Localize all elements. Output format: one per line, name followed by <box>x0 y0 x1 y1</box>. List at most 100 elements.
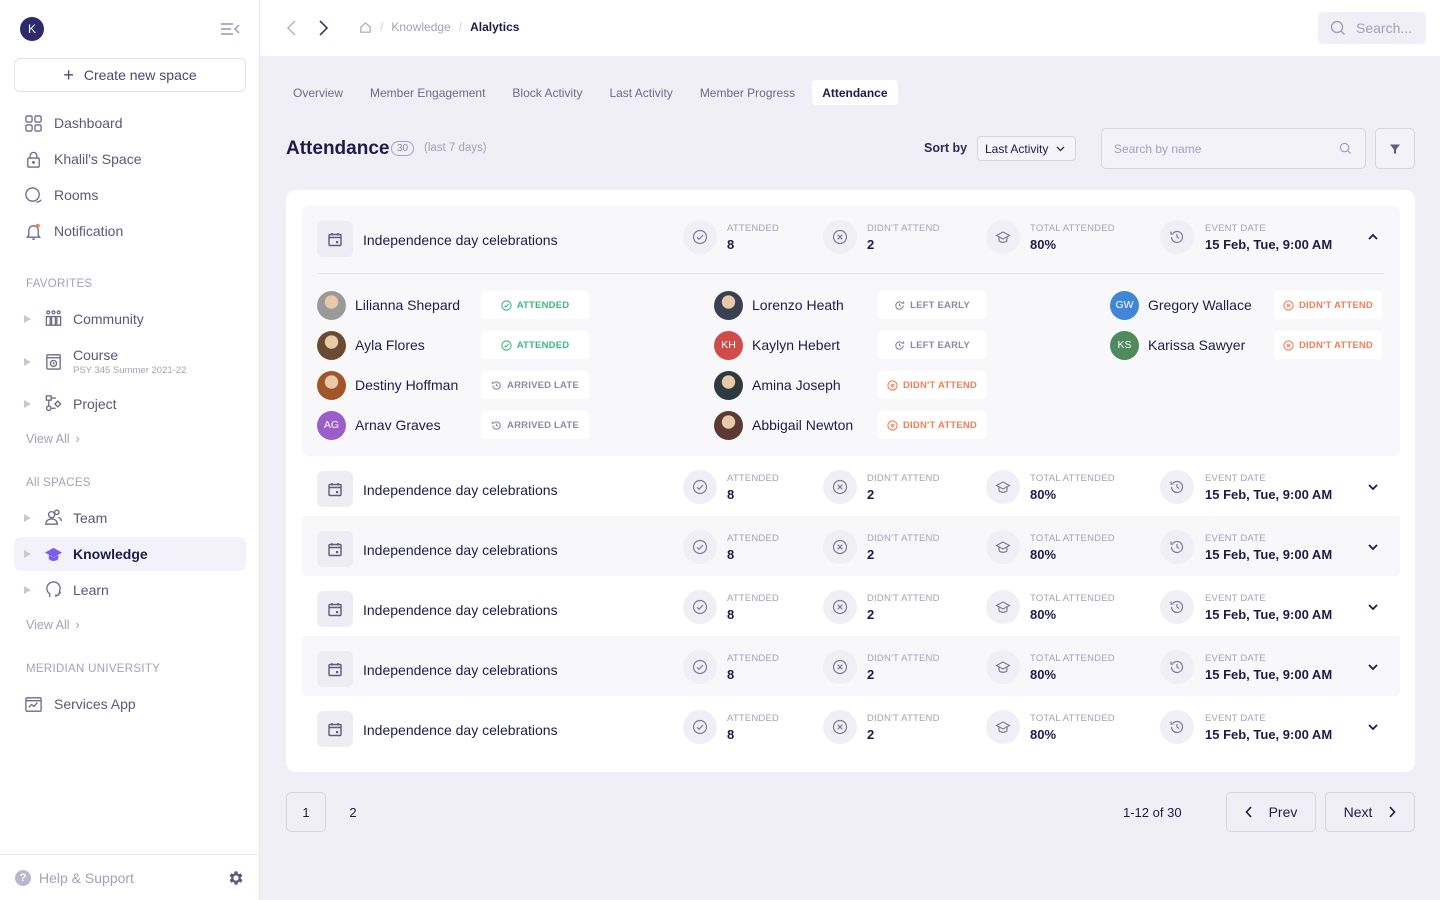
lock-icon <box>27 151 40 168</box>
photo-avatar <box>714 290 743 320</box>
stat-value: 2 <box>867 607 875 622</box>
member-row[interactable]: Abbigail Newton DIDN'T ATTEND <box>714 410 1004 440</box>
event-header[interactable]: Independence day celebrations ATTENDED 8 DI… <box>302 696 1400 756</box>
back-arrow-icon[interactable] <box>284 18 298 38</box>
community-icon <box>45 310 62 326</box>
member-row[interactable]: KS Karissa Sawyer DIDN'T ATTEND <box>1110 330 1400 360</box>
home-icon[interactable] <box>359 21 372 34</box>
expand-triangle-icon[interactable] <box>24 314 31 323</box>
space-knowledge[interactable]: Knowledge <box>14 537 246 571</box>
sidebar-item-label: Khalil's Space <box>54 151 142 167</box>
sidebar-item-rooms[interactable]: Rooms <box>24 183 98 207</box>
org-item-services-app[interactable]: Services App <box>24 692 136 716</box>
graduation-cap-icon <box>986 710 1020 744</box>
forward-arrow-icon[interactable] <box>317 18 331 38</box>
course-icon <box>46 354 61 370</box>
page-1-button[interactable]: 1 <box>286 792 326 832</box>
chevron-down-icon[interactable] <box>1366 482 1380 492</box>
event-row[interactable]: Independence day celebrations ATTENDED 8 DI… <box>302 516 1400 576</box>
calendar-icon <box>317 651 353 687</box>
event-header[interactable]: Independence day celebrations ATTENDED 8 DI… <box>302 456 1400 516</box>
page-2-button[interactable]: 2 <box>333 792 373 832</box>
breadcrumb-knowledge[interactable]: Knowledge <box>391 20 450 34</box>
project-icon <box>45 395 62 412</box>
sidebar-item-dashboard[interactable]: Dashboard <box>24 111 123 135</box>
expand-triangle-icon[interactable] <box>24 399 31 408</box>
tab-member-engagement[interactable]: Member Engagement <box>360 80 495 105</box>
chevron-right-icon: › <box>75 432 80 446</box>
space-learn[interactable]: Learn <box>24 580 109 599</box>
event-header[interactable]: Independence day celebrations ATTENDED 8 DI… <box>302 576 1400 636</box>
stat-label: DIDN'T ATTEND <box>867 533 940 544</box>
expand-triangle-icon[interactable] <box>24 550 31 558</box>
user-avatar[interactable]: K <box>20 17 44 41</box>
chevron-down-icon[interactable] <box>1366 662 1380 672</box>
event-header[interactable]: Independence day celebrations ATTENDED 8 DI… <box>302 206 1400 266</box>
event-row[interactable]: Independence day celebrations ATTENDED 8 DI… <box>302 456 1400 516</box>
stat-label: ATTENDED <box>727 473 780 484</box>
status-label: DIDN'T ATTEND <box>903 419 977 431</box>
spaces-view-all-link[interactable]: View All › <box>26 618 80 632</box>
total-attended-stat: TOTAL ATTENDED 80% <box>1030 593 1115 622</box>
member-row[interactable]: Ayla Flores ATTENDED <box>317 330 607 360</box>
stat-label: EVENT DATE <box>1205 223 1266 234</box>
event-row[interactable]: Independence day celebrations ATTENDED 8 DI… <box>302 696 1400 756</box>
filter-button[interactable] <box>1375 128 1415 169</box>
sidebar-item-notification[interactable]: Notification <box>24 219 123 243</box>
collapse-sidebar-icon[interactable] <box>219 20 241 38</box>
tab-member-progress[interactable]: Member Progress <box>690 80 805 105</box>
gear-icon[interactable] <box>227 869 245 887</box>
member-name: Lilianna Shepard <box>355 297 461 313</box>
expand-triangle-icon[interactable] <box>24 585 31 594</box>
global-search-input[interactable]: Search... <box>1318 12 1426 44</box>
help-support-link[interactable]: ? Help & Support <box>0 854 259 900</box>
breadcrumb: / Knowledge / Alalytics <box>359 20 519 34</box>
chevron-up-icon[interactable] <box>1366 232 1380 242</box>
tab-last-activity[interactable]: Last Activity <box>599 80 682 105</box>
stat-label: ATTENDED <box>727 653 780 664</box>
tab-attendance[interactable]: Attendance <box>812 80 898 105</box>
name-search-input[interactable]: Search by name <box>1101 128 1366 169</box>
stat-label: TOTAL ATTENDED <box>1030 533 1115 544</box>
sidebar-item-khalils-space[interactable]: Khalil's Space <box>24 147 142 171</box>
favorites-view-all-link[interactable]: View All › <box>26 432 80 446</box>
event-date-stat: EVENT DATE 15 Feb, Tue, 9:00 AM <box>1205 593 1332 622</box>
chevron-down-icon[interactable] <box>1366 722 1380 732</box>
space-team[interactable]: Team <box>24 508 107 527</box>
member-row[interactable]: AG Arnav Graves ARRIVED LATE <box>317 410 607 440</box>
tab-overview[interactable]: Overview <box>283 80 353 105</box>
prev-button[interactable]: Prev <box>1226 792 1316 832</box>
sort-select[interactable]: Last Activity <box>977 136 1076 161</box>
favorite-course[interactable]: Course PSY 345 Summer 2021-22 <box>24 347 186 376</box>
stat-label: TOTAL ATTENDED <box>1030 653 1115 664</box>
event-row[interactable]: Independence day celebrations ATTENDED 8 DI… <box>302 636 1400 696</box>
attendance-status-badge: LEFT EARLY <box>878 291 986 319</box>
event-header[interactable]: Independence day celebrations ATTENDED 8 DI… <box>302 516 1400 576</box>
help-label: Help & Support <box>39 869 134 886</box>
member-row[interactable]: GW Gregory Wallace DIDN'T ATTEND <box>1110 290 1400 320</box>
head-icon <box>46 581 62 598</box>
clock-rotate-icon <box>894 300 905 311</box>
next-button[interactable]: Next <box>1325 792 1415 832</box>
favorite-project[interactable]: Project <box>24 394 117 413</box>
event-date-stat: EVENT DATE 15 Feb, Tue, 9:00 AM <box>1205 223 1332 252</box>
member-row[interactable]: Destiny Hoffman ARRIVED LATE <box>317 370 607 400</box>
tab-block-activity[interactable]: Block Activity <box>502 80 592 105</box>
event-header[interactable]: Independence day celebrations ATTENDED 8 DI… <box>302 636 1400 696</box>
check-circle-icon <box>683 650 717 684</box>
stat-label: TOTAL ATTENDED <box>1030 593 1115 604</box>
chevron-down-icon[interactable] <box>1366 542 1380 552</box>
favorite-community[interactable]: Community <box>24 309 144 328</box>
member-row[interactable]: Lilianna Shepard ATTENDED <box>317 290 607 320</box>
member-row[interactable]: Amina Joseph DIDN'T ATTEND <box>714 370 1004 400</box>
expand-triangle-icon[interactable] <box>24 513 31 522</box>
sidebar: K + Create new space Dashboard Khalil's … <box>0 0 260 900</box>
create-space-button[interactable]: + Create new space <box>14 58 246 92</box>
chevron-down-icon[interactable] <box>1366 602 1380 612</box>
member-row[interactable]: Lorenzo Heath LEFT EARLY <box>714 290 1004 320</box>
stat-value: 15 Feb, Tue, 9:00 AM <box>1205 727 1333 742</box>
stat-value: 80% <box>1030 547 1057 562</box>
member-row[interactable]: KH Kaylyn Hebert LEFT EARLY <box>714 330 1004 360</box>
expand-triangle-icon[interactable] <box>24 357 31 366</box>
event-row[interactable]: Independence day celebrations ATTENDED 8 DI… <box>302 576 1400 636</box>
